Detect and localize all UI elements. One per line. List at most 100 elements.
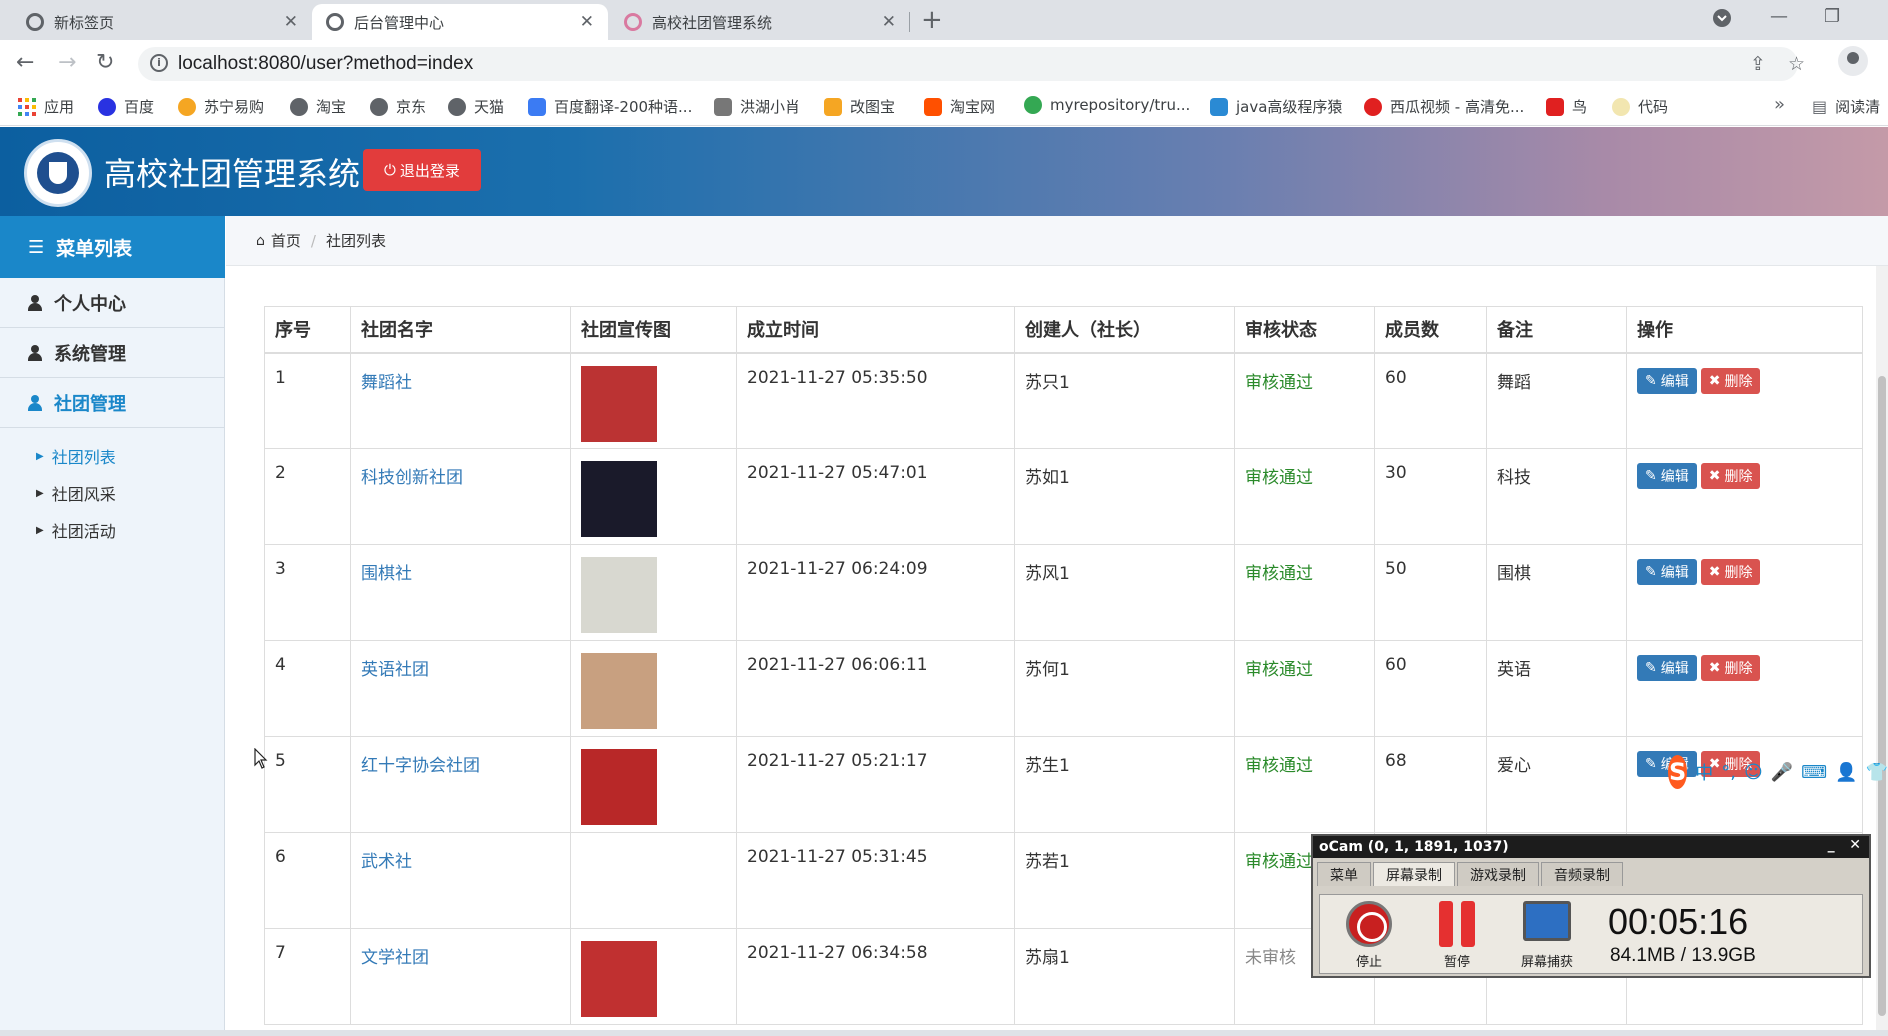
ime-user-icon[interactable]: 👤 (1835, 762, 1857, 783)
sidebar-item-club-management[interactable]: 社团管理 (0, 378, 225, 428)
tab-search-icon[interactable] (1712, 8, 1732, 33)
minimize-icon[interactable]: — (1770, 6, 1788, 27)
tab-separator (909, 12, 910, 32)
bookmark-taobao-net[interactable]: 淘宝网 (924, 96, 995, 117)
forward-icon[interactable]: → (58, 50, 76, 76)
table-row: 1 舞蹈社 2021-11-27 05:35:50 苏只1 审核通过 60 舞蹈 ✎ 编辑 ✖ 删除 (264, 352, 1863, 449)
club-name-link[interactable]: 武术社 (350, 832, 571, 929)
apps-grid-icon (18, 97, 36, 116)
bookmark-niao[interactable]: 鸟 (1546, 96, 1587, 117)
profile-avatar-icon[interactable] (1838, 46, 1868, 76)
club-name-link[interactable]: 舞蹈社 (350, 352, 571, 449)
club-name-link[interactable]: 英语社团 (350, 640, 571, 737)
reload-icon[interactable]: ↻ (96, 50, 114, 76)
ocam-pause-label: 暂停 (1443, 955, 1470, 970)
bookmark-honghu[interactable]: 洪湖小肖 (714, 96, 800, 117)
ime-chinese-toggle[interactable]: 中 (1695, 759, 1713, 785)
browser-tab-admin[interactable]: 后台管理中心 ✕ (312, 4, 608, 40)
breadcrumb-home[interactable]: 首页 (271, 230, 301, 251)
club-poster-thumbnail (581, 845, 657, 921)
column-header: 创建人（社长） (1014, 306, 1235, 354)
back-icon[interactable]: ← (16, 50, 34, 76)
ime-voice-icon[interactable]: 🎤 (1771, 762, 1793, 783)
page-scrollbar[interactable] (1876, 266, 1888, 1036)
bookmark-baidu-translate[interactable]: 百度翻译-200种语... (528, 96, 692, 117)
bookmark-tmall[interactable]: 天猫 (448, 96, 504, 117)
ocam-stop-button[interactable]: 停止 (1334, 901, 1404, 970)
table-row: 2 科技创新社团 2021-11-27 05:47:01 苏如1 审核通过 30 科技 ✎ 编辑… (264, 448, 1863, 545)
member-count-cell: 50 (1374, 544, 1487, 641)
club-poster-thumbnail (581, 941, 657, 1017)
ocam-title: oCam (0, 1, 1891, 1037) (1319, 839, 1509, 855)
ocam-titlebar[interactable]: oCam (0, 1, 1891, 1037) _ ✕ (1313, 836, 1869, 858)
ocam-window-controls[interactable]: _ ✕ (1828, 837, 1861, 853)
reading-list[interactable]: ▤ 阅读清 (1812, 96, 1880, 117)
close-tab-icon[interactable]: ✕ (882, 12, 896, 32)
share-icon[interactable]: ⇪ (1750, 53, 1766, 75)
club-name-link[interactable]: 红十字协会社团 (350, 736, 571, 833)
delete-button[interactable]: ✖ 删除 (1700, 559, 1761, 585)
ime-punctuation-icon[interactable]: °, (1721, 762, 1736, 783)
delete-button[interactable]: ✖ 删除 (1700, 367, 1761, 394)
restore-icon[interactable]: ❐ (1824, 6, 1840, 27)
bookmark-gaitubao[interactable]: 改图宝 (824, 96, 895, 117)
ocam-tab-audio-record[interactable]: 音频录制 (1541, 862, 1623, 886)
bookmark-myrepository[interactable]: myrepository/tru... (1024, 96, 1190, 114)
sidebar-subitem-club-activities[interactable]: ▶ 社团活动 (36, 518, 116, 542)
ime-emoji-icon[interactable]: ☺ (1744, 762, 1763, 783)
bookmark-jd[interactable]: 京东 (370, 96, 426, 117)
caret-right-icon: ▶ (36, 524, 44, 536)
table-row: 3 围棋社 2021-11-27 06:24:09 苏风1 审核通过 50 围棋 ✎ 编辑 ✖ 删除 (264, 544, 1863, 641)
club-name-link[interactable]: 文学社团 (350, 928, 571, 1025)
delete-button-label: 删除 (1724, 565, 1753, 581)
ocam-tab-menu[interactable]: 菜单 (1317, 862, 1371, 886)
delete-button[interactable]: ✖ 删除 (1700, 463, 1761, 489)
column-header: 序号 (264, 306, 351, 354)
site-info-icon[interactable]: i (150, 54, 168, 72)
scrollbar-thumb[interactable] (1878, 376, 1886, 1016)
bookmark-apps[interactable]: 应用 (18, 96, 74, 117)
new-tab-button[interactable]: + (921, 6, 943, 34)
subitem-label: 社团活动 (51, 522, 116, 541)
ime-keyboard-icon[interactable]: ⌨ (1801, 762, 1827, 783)
reading-list-icon: ▤ (1812, 97, 1828, 116)
bookmark-java[interactable]: java高级程序猿 (1210, 96, 1342, 117)
actions-cell: ✎编辑✖删除 (1626, 544, 1863, 641)
browser-tab-newtab[interactable]: 新标签页 ✕ (12, 4, 312, 40)
bookmark-code[interactable]: 代码 (1612, 96, 1668, 117)
url-field[interactable]: i localhost:8080/user?method=index ⇪ ☆ (138, 47, 1805, 81)
ocam-pause-button[interactable]: 暂停 (1422, 901, 1492, 970)
close-tab-icon[interactable]: ✕ (284, 12, 298, 32)
ocam-capture-button[interactable]: 屏幕捕获 (1512, 901, 1582, 970)
club-name-link[interactable]: 科技创新社团 (350, 448, 571, 545)
sidebar-item-system-management[interactable]: 系统管理 (0, 328, 225, 378)
row-actions: ✎编辑✖删除 (1637, 463, 1852, 489)
actions-cell: ✎编辑✖删除 (1626, 448, 1863, 545)
delete-button[interactable]: ✖ 删除 (1700, 655, 1761, 681)
close-tab-icon[interactable]: ✕ (580, 12, 594, 32)
edit-button[interactable]: ✎编辑 (1637, 655, 1697, 681)
remark-cell: 英语 (1486, 640, 1627, 737)
browser-tab-club-system[interactable]: 高校社团管理系统 ✕ (610, 4, 910, 40)
logout-button[interactable]: ⏻ 退出登录 (363, 149, 481, 191)
sidebar-subitem-club-list[interactable]: ▶ 社团列表 (36, 444, 116, 468)
bookmark-suning[interactable]: 苏宁易购 (178, 96, 264, 117)
browser-tabstrip: 新标签页 ✕ 后台管理中心 ✕ 高校社团管理系统 ✕ + — ❐ (0, 0, 1888, 40)
edit-button[interactable]: ✎编辑 (1637, 367, 1697, 394)
bookmark-taobao[interactable]: 淘宝 (290, 96, 346, 117)
ime-skin-icon[interactable]: 👕 (1866, 762, 1888, 783)
sidebar-subitem-club-style[interactable]: ▶ 社团风采 (36, 481, 116, 505)
ocam-tab-game-record[interactable]: 游戏录制 (1457, 862, 1539, 886)
bookmark-baidu[interactable]: 百度 (98, 96, 154, 117)
globe-icon (448, 97, 466, 116)
club-name-link[interactable]: 围棋社 (350, 544, 571, 641)
bookmarks-more-icon[interactable]: » (1774, 94, 1785, 115)
row-number-cell: 6 (264, 832, 351, 929)
star-icon[interactable]: ☆ (1788, 53, 1805, 75)
bookmark-xigua[interactable]: 西瓜视频 - 高清免... (1364, 96, 1524, 117)
edit-button[interactable]: ✎编辑 (1637, 559, 1697, 585)
sogou-logo-icon[interactable]: S (1668, 755, 1688, 789)
ocam-tab-screen-record[interactable]: 屏幕录制 (1373, 862, 1455, 886)
edit-button[interactable]: ✎编辑 (1637, 463, 1697, 489)
sidebar-item-personal-center[interactable]: 个人中心 (0, 278, 225, 328)
